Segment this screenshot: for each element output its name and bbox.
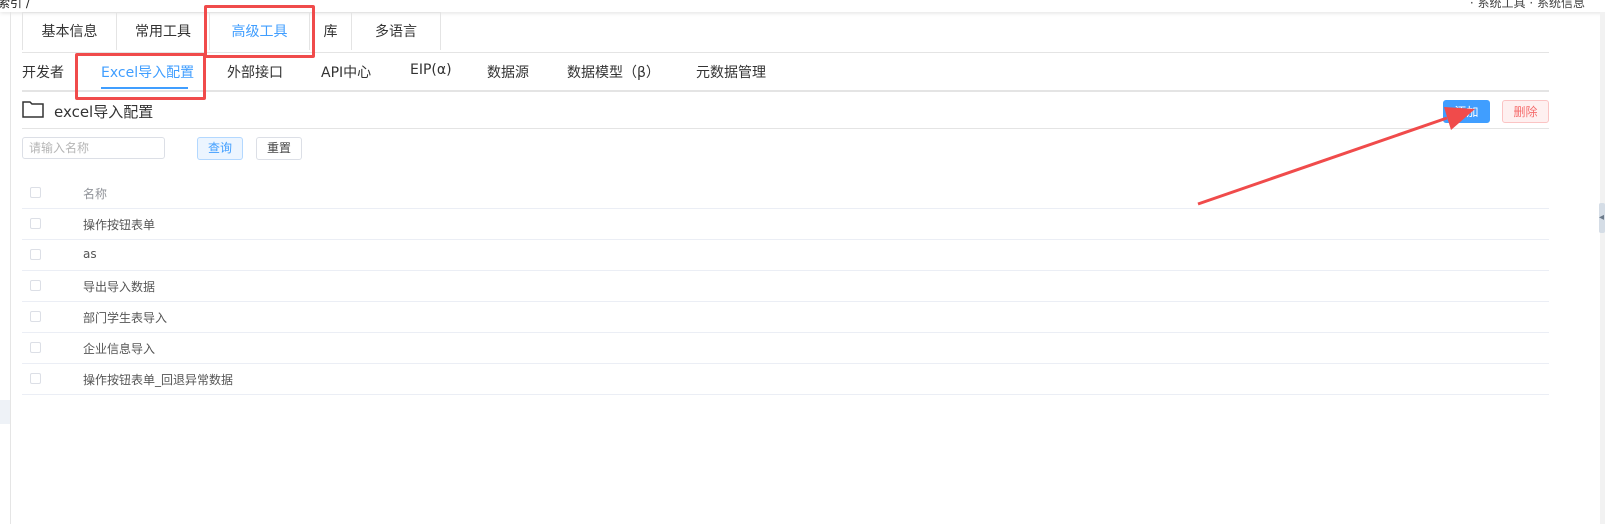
- row-name[interactable]: 部门学生表导入: [83, 309, 167, 326]
- row-name[interactable]: 导出导入数据: [83, 278, 155, 295]
- row-name[interactable]: 操作按钮表单: [83, 216, 155, 233]
- table-row[interactable]: 企业信息导入: [22, 333, 1549, 364]
- sidebar-active-marker: [0, 400, 10, 424]
- header-links[interactable]: · 系统工具 · 系统信息: [1470, 0, 1585, 11]
- tab-developer[interactable]: 开发者: [22, 62, 64, 82]
- tab-multilanguage[interactable]: 多语言: [352, 12, 441, 50]
- select-all-checkbox[interactable]: [30, 187, 41, 198]
- tab-metadata-management[interactable]: 元数据管理: [696, 62, 766, 82]
- table-row[interactable]: 操作按钮表单_回退异常数据: [22, 364, 1549, 395]
- row-checkbox[interactable]: [30, 342, 41, 353]
- row-name[interactable]: 操作按钮表单_回退异常数据: [83, 371, 233, 388]
- folder-icon: [22, 100, 44, 122]
- tab-data-source[interactable]: 数据源: [487, 62, 529, 82]
- table-row[interactable]: 部门学生表导入: [22, 302, 1549, 333]
- sidebar-divider: [10, 12, 11, 524]
- tab-api-center[interactable]: API中心: [321, 62, 371, 82]
- table-header-row: 名称: [22, 178, 1549, 209]
- row-checkbox[interactable]: [30, 373, 41, 384]
- tab-common-tools[interactable]: 常用工具: [117, 12, 210, 50]
- row-checkbox[interactable]: [30, 249, 41, 260]
- tab-external-interface[interactable]: 外部接口: [227, 62, 283, 82]
- secondary-tabs: 开发者 Excel导入配置 外部接口 API中心 EIP(α) 数据源 数据模型…: [22, 52, 1549, 92]
- page-title: excel导入配置: [54, 103, 154, 121]
- highlight-box-excel-import: [75, 53, 206, 100]
- tab-data-model[interactable]: 数据模型（β）: [567, 62, 660, 82]
- row-checkbox[interactable]: [30, 311, 41, 322]
- config-table: 名称 操作按钮表单 as 导出导入数据 部门学生表导入 企业信息导入 操作按钮表…: [22, 178, 1549, 395]
- row-name[interactable]: as: [83, 247, 97, 261]
- page-header: excel导入配置 添加 删除: [22, 92, 1549, 129]
- chevron-left-icon: ◂: [1599, 212, 1605, 223]
- row-checkbox[interactable]: [30, 218, 41, 229]
- collapse-handle[interactable]: ◂: [1599, 203, 1605, 233]
- highlight-box-advanced-tools: [204, 5, 315, 58]
- scrollbar-track[interactable]: [1600, 12, 1605, 524]
- column-header-name: 名称: [83, 187, 108, 201]
- tab-eip[interactable]: EIP(α): [410, 62, 452, 78]
- reset-button[interactable]: 重置: [256, 137, 302, 160]
- table-row[interactable]: as: [22, 240, 1549, 271]
- table-row[interactable]: 操作按钮表单: [22, 209, 1549, 240]
- row-checkbox[interactable]: [30, 280, 41, 291]
- breadcrumb: 索引 /: [0, 0, 30, 10]
- delete-button[interactable]: 删除: [1502, 100, 1549, 123]
- tab-basic-info[interactable]: 基本信息: [22, 12, 117, 50]
- table-row[interactable]: 导出导入数据: [22, 271, 1549, 302]
- search-input[interactable]: [22, 137, 165, 159]
- row-name[interactable]: 企业信息导入: [83, 340, 155, 357]
- add-button[interactable]: 添加: [1443, 100, 1490, 123]
- query-button[interactable]: 查询: [197, 137, 243, 160]
- tab-library[interactable]: 库: [310, 12, 352, 50]
